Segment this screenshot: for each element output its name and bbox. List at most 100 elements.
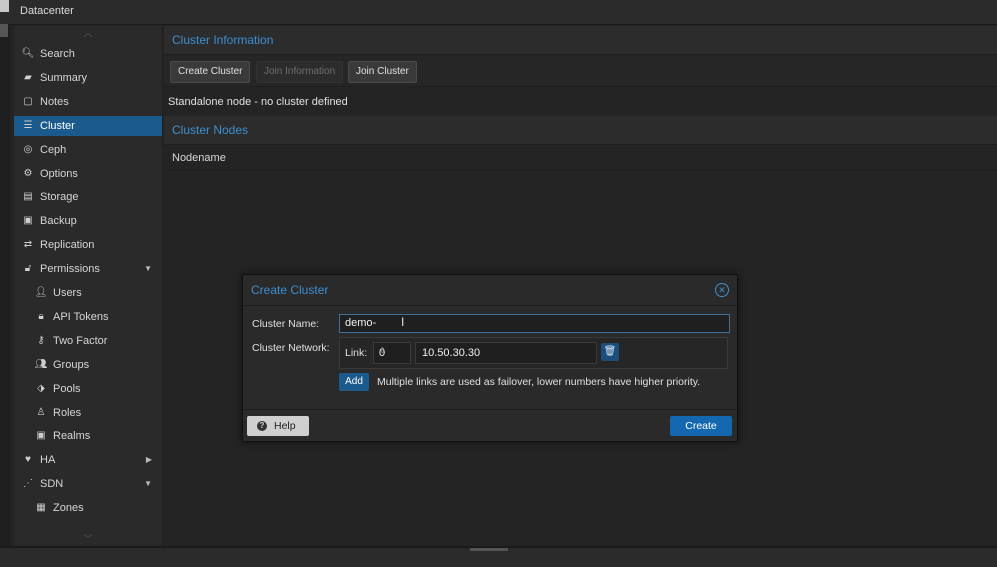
- sidebar-item-options[interactable]: ⚙ Options: [14, 164, 162, 184]
- sidebar-item-label: Options: [40, 168, 78, 180]
- key-icon: ⚷: [37, 335, 45, 346]
- sidebar-item-label: Zones: [53, 502, 84, 514]
- notes-icon: ▢: [23, 96, 33, 107]
- sidebar-item-label: HA: [40, 454, 56, 466]
- caret-right-icon[interactable]: ▶: [146, 450, 152, 470]
- user-icon: 👤︎: [34, 287, 48, 298]
- scroll-down-icon[interactable]: ﹀: [82, 532, 94, 544]
- sidebar-item-permissions[interactable]: 🔓︎ Permissions ▼: [14, 259, 162, 279]
- sidebar-item-label: Backup: [40, 215, 77, 227]
- left-strip: [0, 24, 10, 548]
- sidebar-item-label: Summary: [40, 72, 88, 84]
- sidebar-item-ha[interactable]: ♥ HA ▶: [14, 450, 162, 470]
- sidebar-item-ceph[interactable]: ◎ Ceph: [14, 140, 162, 160]
- dialog-header: Create Cluster ✕: [243, 275, 737, 306]
- sidebar-item-pools[interactable]: ⬗ Pools: [14, 379, 162, 399]
- dialog-footer: ? Help Create: [243, 409, 737, 442]
- question-circle-icon: ?: [257, 421, 267, 431]
- floppy-icon: ▣: [23, 215, 33, 226]
- sidebar-item-two-factor[interactable]: ⚷ Two Factor: [14, 331, 162, 351]
- cluster-toolbar: Create Cluster Join Information Join Clu…: [164, 56, 997, 87]
- sidebar-item-label: Cluster: [40, 120, 75, 132]
- male-icon: ♙: [36, 407, 46, 418]
- sidebar-item-label: Users: [53, 287, 82, 299]
- join-information-button[interactable]: Join Information: [256, 61, 344, 83]
- caret-down-icon[interactable]: ▼: [144, 474, 152, 494]
- top-bar: Datacenter: [0, 0, 997, 25]
- bottom-log-bar: [0, 546, 997, 567]
- book-icon: ▰: [24, 72, 32, 83]
- sidebar-item-search[interactable]: 🔍︎ Search: [14, 44, 162, 64]
- dialog-title: Create Cluster: [251, 283, 329, 297]
- sidebar-item-users[interactable]: 👤︎ Users: [14, 283, 162, 303]
- cluster-network-label: Cluster Network:: [252, 342, 330, 354]
- chevron-down-icon[interactable]: ⌄: [422, 347, 592, 358]
- add-link-button[interactable]: Add: [339, 373, 369, 391]
- sidebar-item-summary[interactable]: ▰ Summary: [14, 68, 162, 88]
- sidebar-item-label: SDN: [40, 478, 64, 490]
- link-address-select[interactable]: 10.50.30.30 ⌄: [415, 342, 597, 364]
- sidebar-item-realms[interactable]: ▣ Realms: [14, 426, 162, 446]
- menu-toggle[interactable]: [0, 0, 9, 12]
- ceph-icon: ◎: [23, 144, 33, 155]
- sidebar-item-label: Pools: [53, 383, 81, 395]
- sidebar-item-label: Groups: [53, 359, 90, 371]
- cluster-info-title: Cluster Information: [172, 33, 274, 47]
- sidebar: ︿ 🔍︎ Search ▰ Summary ▢ Notes ☰ Cluster ◎ Ceph ⚙ Op…: [14, 26, 163, 546]
- database-icon: ▤: [23, 191, 33, 202]
- sidebar-item-roles[interactable]: ♙ Roles: [14, 403, 162, 423]
- window-title: Datacenter: [20, 5, 74, 17]
- sidebar-item-sdn[interactable]: ⋰ SDN ▼: [14, 474, 162, 494]
- sidebar-item-label: Storage: [40, 191, 79, 203]
- unlock-icon: 🔓︎: [24, 263, 32, 274]
- scroll-up-icon[interactable]: ︿: [82, 26, 94, 38]
- th-icon: ▦: [36, 502, 46, 513]
- resize-grip[interactable]: [470, 548, 508, 551]
- server-icon: ☰: [23, 120, 33, 131]
- cluster-nodes-title: Cluster Nodes: [172, 123, 249, 137]
- sidebar-item-label: Realms: [53, 430, 91, 442]
- sidebar-item-groups[interactable]: 👥︎ Groups: [14, 355, 162, 375]
- cluster-name-input[interactable]: demo-: [339, 314, 730, 333]
- close-icon[interactable]: ✕: [715, 283, 729, 297]
- failover-hint: Multiple links are used as failover, low…: [377, 376, 701, 388]
- sidebar-item-label: Roles: [53, 407, 82, 419]
- sidebar-item-label: Search: [40, 48, 75, 60]
- tags-icon: ⬗: [37, 383, 45, 394]
- sidebar-item-backup[interactable]: ▣ Backup: [14, 211, 162, 231]
- sidebar-item-api-tokens[interactable]: 🔒︎ API Tokens: [14, 307, 162, 327]
- sidebar-item-zones[interactable]: ▦ Zones: [14, 498, 162, 518]
- sidebar-item-storage[interactable]: ▤ Storage: [14, 187, 162, 207]
- lock-icon: 🔒︎: [38, 311, 44, 322]
- nodename-column-header[interactable]: Nodename: [172, 152, 226, 164]
- spinner-arrows-icon[interactable]: ⇕: [379, 346, 408, 355]
- sidebar-item-label: Permissions: [40, 263, 100, 275]
- help-button[interactable]: ? Help: [247, 416, 309, 436]
- create-button[interactable]: Create: [670, 416, 732, 436]
- create-cluster-dialog: Create Cluster ✕ Cluster Name: demo- I C…: [242, 274, 738, 442]
- join-cluster-button[interactable]: Join Cluster: [348, 61, 417, 83]
- resource-tree-handle[interactable]: [0, 24, 8, 37]
- users-icon: 👥︎: [34, 359, 48, 370]
- sidebar-item-notes[interactable]: ▢ Notes: [14, 92, 162, 112]
- sidebar-item-label: Notes: [40, 96, 69, 108]
- caret-down-icon[interactable]: ▼: [144, 259, 152, 279]
- help-button-label: Help: [274, 420, 296, 432]
- link-number-spinner[interactable]: 0 ⇕: [373, 342, 411, 364]
- gear-icon: ⚙: [23, 168, 33, 179]
- cluster-name-label: Cluster Name:: [252, 318, 320, 330]
- cluster-info-header: Cluster Information: [164, 26, 997, 55]
- heartbeat-icon: ♥: [25, 454, 31, 465]
- sidebar-item-label: Replication: [40, 239, 95, 251]
- sidebar-item-label: Two Factor: [53, 335, 108, 347]
- sidebar-item-replication[interactable]: ⇄ Replication: [14, 235, 162, 255]
- cluster-status-text: Standalone node - no cluster defined: [168, 96, 348, 108]
- link-label: Link:: [345, 347, 368, 359]
- trash-icon[interactable]: 🗑︎: [601, 343, 619, 361]
- retweet-icon: ⇄: [23, 239, 33, 250]
- sidebar-item-cluster[interactable]: ☰ Cluster: [14, 116, 162, 136]
- address-book-icon: ▣: [36, 430, 46, 441]
- sidebar-item-label: API Tokens: [53, 311, 109, 323]
- search-icon: 🔍︎: [21, 48, 35, 59]
- create-cluster-button[interactable]: Create Cluster: [170, 61, 251, 83]
